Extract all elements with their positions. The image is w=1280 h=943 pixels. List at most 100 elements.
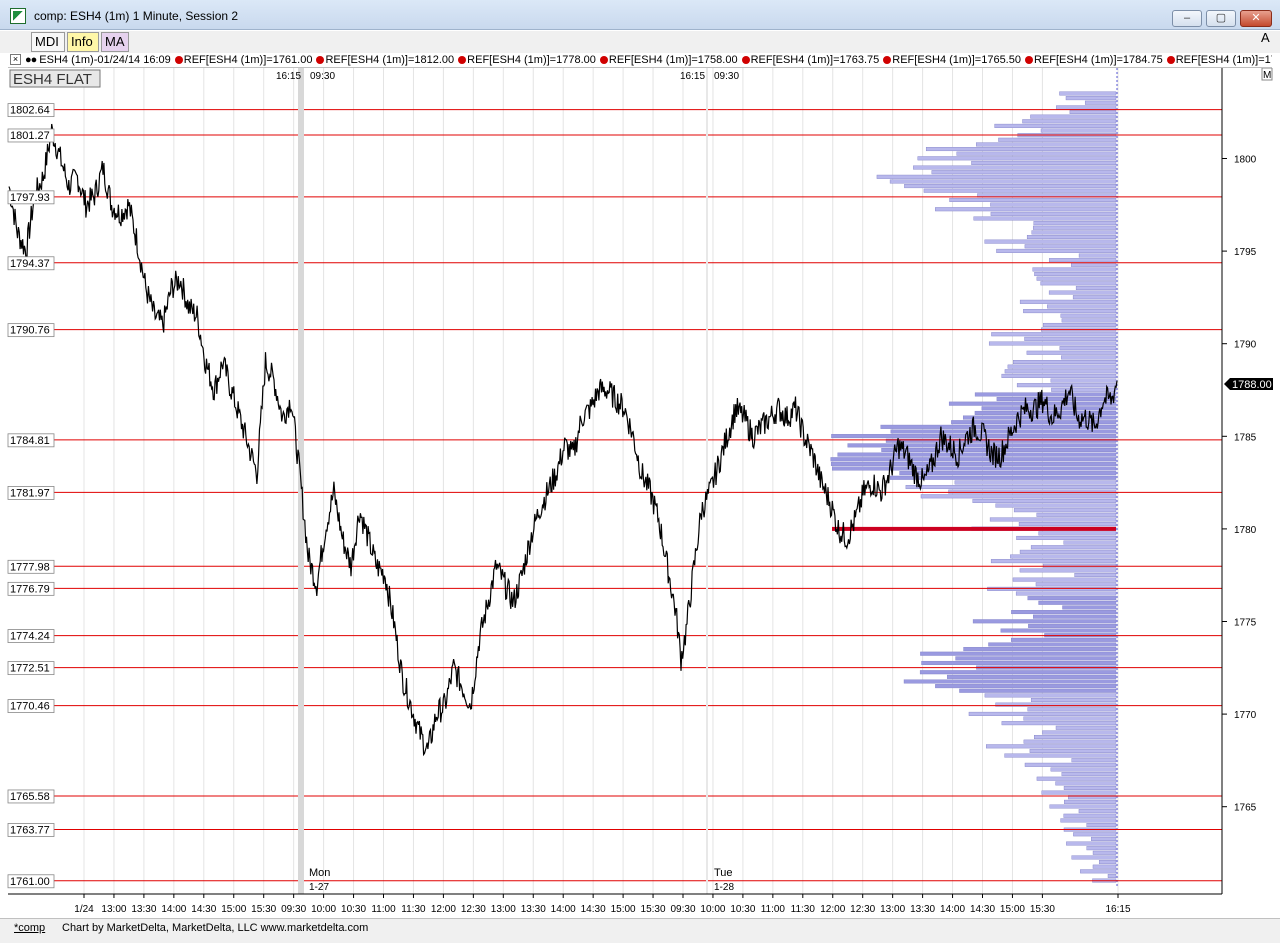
mdi-button[interactable]: MDI [31, 32, 65, 52]
profile-bar [1060, 818, 1117, 823]
profile-bar [1030, 114, 1117, 119]
profile-bar [986, 744, 1117, 749]
time-tick-label: 16:15 [1105, 904, 1130, 915]
price-chart[interactable]: 16:15 09:30 16:15 09:30Mon1-27Tue1-28 17651… [0, 68, 1280, 918]
profile-bar [946, 674, 1117, 679]
session-gap [706, 68, 708, 894]
time-tick-label: 14:00 [161, 904, 186, 915]
profile-bar [1061, 318, 1117, 323]
red-dot-icon [316, 56, 325, 64]
session-time-label: 09:30 [310, 71, 335, 82]
profile-bar [935, 207, 1117, 212]
profile-bar [1001, 373, 1117, 378]
profile-bar [1050, 767, 1117, 772]
close-button[interactable]: ✕ [1240, 10, 1272, 27]
window-title: comp: ESH4 (1m) 1 Minute, Session 2 [34, 9, 239, 23]
profile-bar [981, 406, 1117, 411]
time-tick-label: 11:30 [791, 904, 816, 915]
session-time-label: 16:15 [680, 71, 705, 82]
profile-bar [1084, 100, 1117, 105]
time-tick-label: 13:00 [101, 904, 126, 915]
profile-bar [1036, 512, 1117, 517]
profile-bar [1015, 591, 1117, 596]
profile-bar [1036, 276, 1117, 281]
price-tick-label: 1795 [1234, 247, 1257, 258]
profile-bar [974, 410, 1117, 415]
ref-item: REF[ESH4 (1m)]=1758.00 [599, 53, 738, 67]
profile-bar [949, 197, 1117, 202]
title-bar[interactable]: comp: ESH4 (1m) 1 Minute, Session 2 – ▢ … [0, 0, 1280, 30]
profile-bar [931, 170, 1117, 175]
profile-bar [989, 517, 1117, 522]
profile-bar [1062, 605, 1117, 610]
profile-bar [1071, 758, 1117, 763]
symbol-label: ESH4 FLAT [13, 71, 92, 88]
profile-bar [1048, 290, 1117, 295]
comp-tab[interactable]: *comp [14, 922, 45, 934]
reference-label: 1765.58 [10, 791, 50, 803]
profile-bar [904, 184, 1117, 189]
session-time-label: 16:15 [276, 71, 301, 82]
profile-bar [1024, 244, 1117, 249]
reference-label: 1801.27 [10, 130, 50, 142]
minimize-button[interactable]: – [1172, 10, 1202, 27]
maximize-button[interactable]: ▢ [1206, 10, 1236, 27]
profile-bar [1071, 262, 1117, 267]
profile-bar [1031, 230, 1117, 235]
time-tick-label: 15:30 [251, 904, 276, 915]
profile-bar [1013, 508, 1117, 513]
profile-bar [995, 503, 1117, 508]
time-tick-label: 15:00 [1000, 904, 1025, 915]
profile-bar [920, 651, 1117, 656]
profile-bar [1061, 772, 1117, 777]
time-tick-label: 10:30 [341, 904, 366, 915]
profile-bar [1098, 860, 1117, 865]
time-tick-label: 13:30 [910, 904, 935, 915]
profile-bar [984, 239, 1117, 244]
ref-item: REF[ESH4 (1m)]=1765.50 [883, 53, 1021, 67]
profile-bar [1072, 295, 1117, 300]
red-dot-icon [1166, 56, 1175, 64]
profile-bar [1016, 383, 1117, 388]
time-tick-label: 11:00 [371, 904, 396, 915]
info-button[interactable]: Info [67, 32, 99, 52]
profile-bar [1042, 730, 1117, 735]
profile-bar [988, 341, 1117, 346]
ma-button[interactable]: MA [101, 32, 129, 52]
profile-bar [876, 174, 1117, 179]
profile-bar [963, 647, 1117, 652]
profile-bar [1033, 614, 1117, 619]
profile-bar [954, 480, 1117, 485]
time-tick-label: 11:30 [401, 904, 426, 915]
profile-bar [1064, 799, 1117, 804]
profile-bar [1059, 91, 1117, 96]
profile-bar [1040, 128, 1117, 133]
axis-mode-label[interactable]: M [1263, 70, 1271, 81]
profile-bar [976, 142, 1117, 147]
profile-bar [1041, 790, 1117, 795]
profile-bar [1086, 823, 1117, 828]
time-tick-label: 12:30 [850, 904, 875, 915]
price-tick-label: 1770 [1234, 710, 1257, 721]
profile-bar [837, 452, 1117, 457]
red-dot-icon [741, 56, 750, 64]
profile-bar [1004, 369, 1117, 374]
profile-bar [990, 202, 1117, 207]
time-tick-label: 13:30 [131, 904, 156, 915]
reference-label: 1776.79 [10, 583, 50, 595]
profile-bar [1080, 869, 1117, 874]
reference-label: 1794.37 [10, 258, 50, 270]
profile-bar [1040, 281, 1117, 286]
profile-bar [889, 179, 1117, 184]
red-dot-icon [458, 56, 467, 64]
profile-bar [1018, 522, 1117, 527]
reference-label: 1781.97 [10, 487, 50, 499]
close-ref-icon[interactable]: × [10, 54, 21, 65]
profile-bar [972, 498, 1117, 503]
time-tick-label: 12:00 [820, 904, 845, 915]
red-dot-icon [174, 56, 183, 64]
profile-bar [830, 461, 1117, 466]
toolbar: MDI Info MA A [0, 30, 1280, 81]
profile-bar [1049, 258, 1117, 263]
price-tick-label: 1790 [1234, 340, 1257, 351]
